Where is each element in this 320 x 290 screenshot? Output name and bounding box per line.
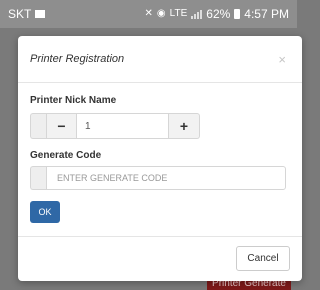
cancel-button[interactable]: Cancel bbox=[236, 246, 290, 271]
carrier-label: SKT bbox=[8, 7, 32, 21]
dialog-title: Printer Registration bbox=[30, 53, 125, 65]
generate-code-addon bbox=[30, 166, 46, 190]
battery-icon bbox=[234, 9, 241, 19]
minus-icon: − bbox=[57, 118, 66, 134]
status-bar-right: ✕ ◉ LTE 62% 4:57 PM bbox=[145, 7, 289, 21]
nick-name-stepper: − + bbox=[30, 113, 200, 139]
close-icon[interactable]: × bbox=[278, 52, 286, 67]
clock: 4:57 PM bbox=[244, 7, 289, 21]
printer-registration-dialog: Printer Registration × Printer Nick Name… bbox=[18, 36, 302, 281]
gallery-notification-icon bbox=[35, 10, 46, 18]
battery-percent: 62% bbox=[206, 7, 231, 21]
generate-code-input[interactable] bbox=[46, 166, 286, 190]
decrement-button[interactable]: − bbox=[46, 113, 77, 139]
nick-name-label: Printer Nick Name bbox=[30, 95, 117, 106]
dialog-header: Printer Registration × bbox=[18, 36, 302, 83]
increment-button[interactable]: + bbox=[169, 113, 200, 139]
status-bar: SKT ✕ ◉ LTE 62% 4:57 PM bbox=[0, 0, 297, 28]
plus-icon: + bbox=[179, 118, 189, 134]
nick-name-input[interactable] bbox=[77, 113, 169, 139]
mute-icon: ✕ bbox=[144, 8, 153, 19]
nick-name-addon bbox=[30, 113, 46, 139]
generate-code-label: Generate Code bbox=[30, 150, 102, 161]
network-type-label: LTE bbox=[169, 8, 188, 19]
ok-button[interactable]: OK bbox=[30, 201, 60, 223]
signal-icon bbox=[191, 9, 203, 19]
dialog-footer: Cancel bbox=[18, 236, 302, 281]
alarm-icon: ◉ bbox=[156, 8, 166, 19]
generate-code-group bbox=[30, 166, 286, 190]
status-bar-left: SKT bbox=[8, 7, 46, 21]
